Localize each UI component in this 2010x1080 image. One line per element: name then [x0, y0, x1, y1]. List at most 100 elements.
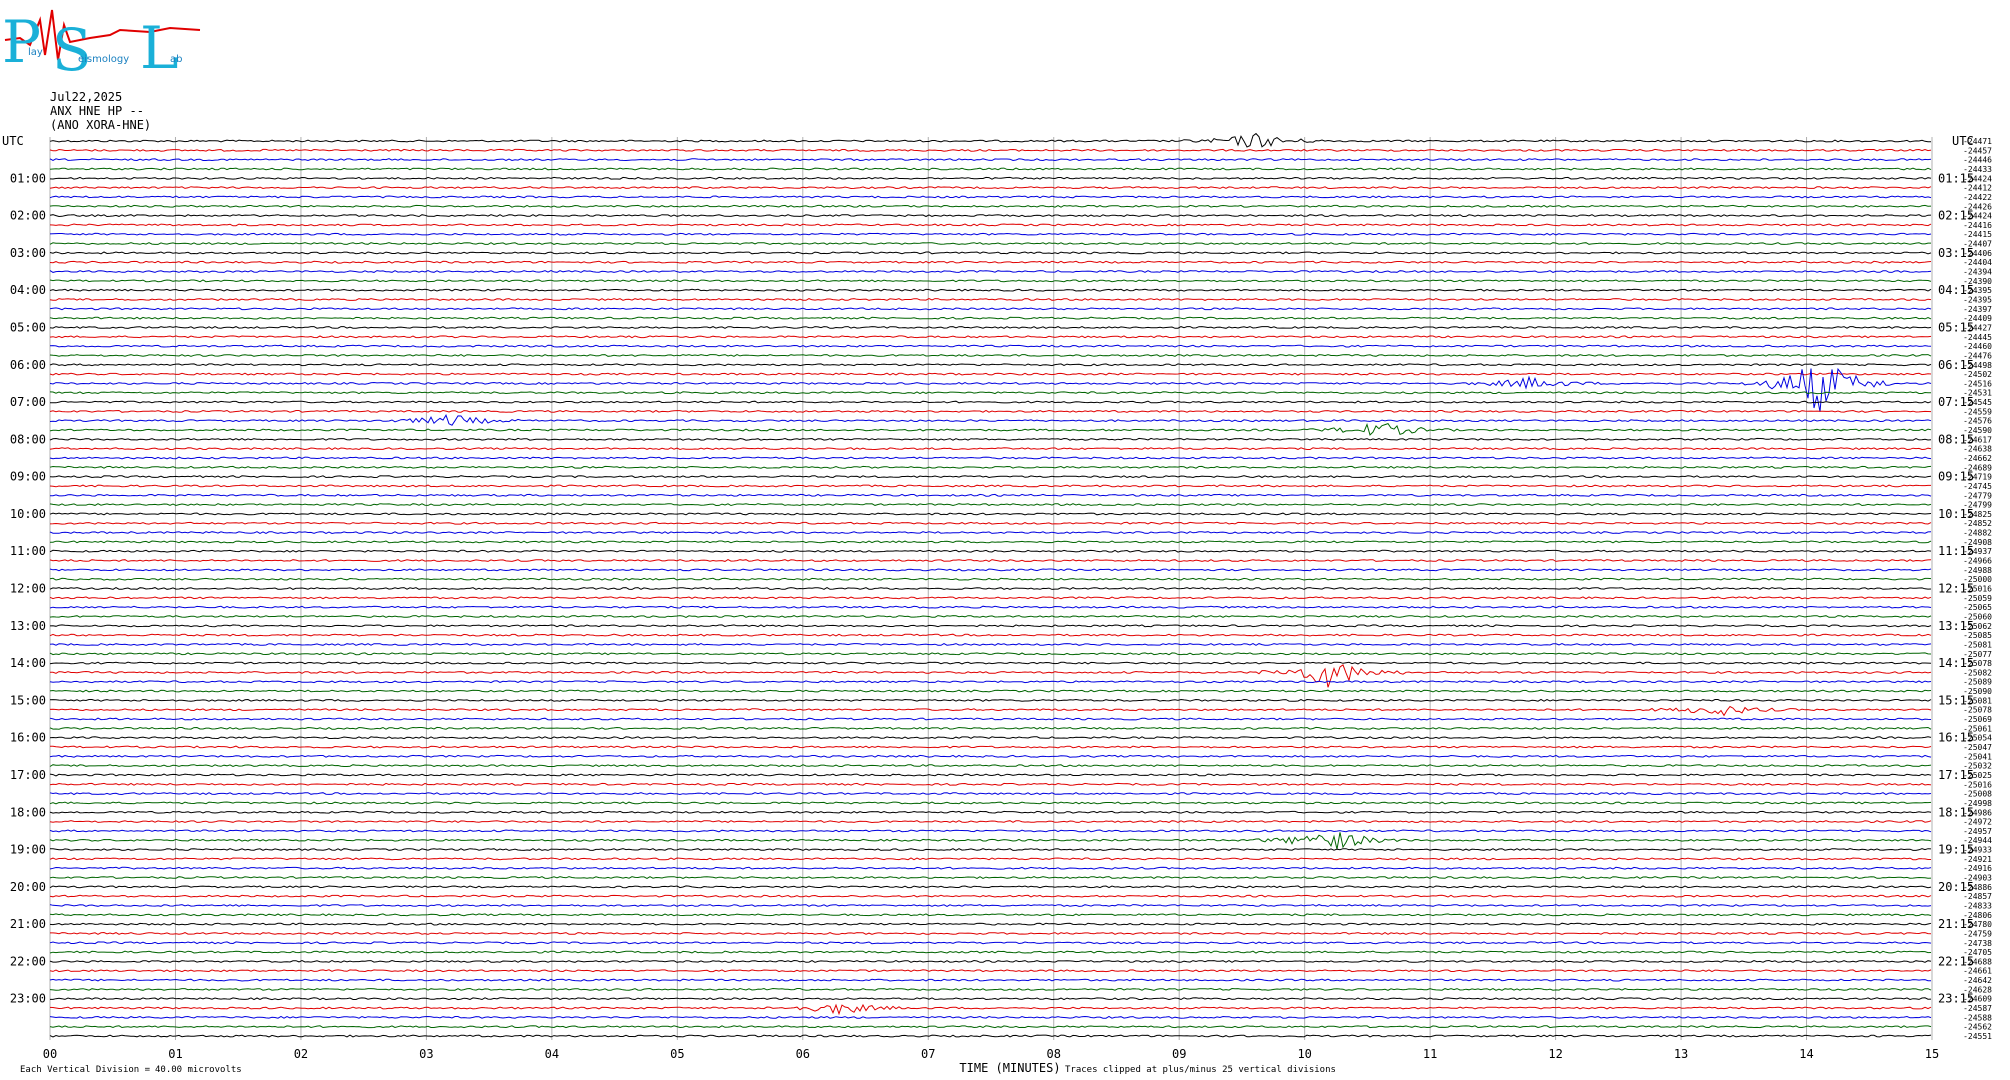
trace-row-48: [49, 587, 1932, 590]
trace-row-30: [49, 414, 1932, 426]
hour-label-right: 21:15: [1938, 917, 1974, 931]
x-tick-label: 12: [1548, 1047, 1562, 1061]
trace-row-6: [49, 195, 1932, 199]
trace-row-46: [49, 568, 1932, 572]
trace-row-69: [49, 782, 1932, 786]
footer-clip-note: Traces clipped at plus/minus 25 vertical…: [1065, 1065, 1336, 1075]
trace-row-27: [49, 391, 1931, 395]
hour-label-right: 06:15: [1938, 358, 1974, 372]
x-tick-label: 14: [1799, 1047, 1813, 1061]
offset-label: -24662: [1963, 454, 1992, 463]
trace-row-25: [49, 372, 1932, 376]
hour-label-right: 19:15: [1938, 843, 1974, 857]
hour-label-right: 03:15: [1938, 246, 1974, 260]
hour-label-left: 07:00: [10, 395, 46, 409]
x-tick-label: 03: [419, 1047, 433, 1061]
hour-label-right: 20:15: [1938, 880, 1974, 894]
trace-row-58: [49, 680, 1932, 684]
offset-label: -24882: [1963, 529, 1992, 538]
trace-row-41: [49, 521, 1932, 525]
trace-row-40: [49, 512, 1932, 516]
trace-row-52: [49, 624, 1932, 628]
hour-label-right: 15:15: [1938, 693, 1974, 707]
x-tick-label: 10: [1297, 1047, 1311, 1061]
trace-row-32: [49, 437, 1932, 441]
hour-label-left: 15:00: [10, 693, 46, 707]
hour-label-right: 17:15: [1938, 768, 1974, 782]
trace-row-75: [49, 832, 1932, 850]
offset-label: -25089: [1963, 678, 1992, 687]
hour-label-left: 16:00: [10, 731, 46, 745]
hour-label-right: 23:15: [1938, 992, 1974, 1006]
trace-row-47: [49, 577, 1932, 581]
trace-row-19: [49, 316, 1932, 320]
trace-row-21: [49, 335, 1932, 339]
trace-row-70: [49, 792, 1932, 796]
trace-row-11: [49, 242, 1931, 246]
trace-row-79: [49, 876, 1932, 879]
trace-row-78: [49, 866, 1932, 870]
trace-row-9: [49, 223, 1932, 227]
trace-row-4: [49, 176, 1932, 180]
trace-row-76: [49, 848, 1932, 851]
trace-row-33: [49, 447, 1932, 451]
offset-label: -25041: [1963, 752, 1992, 761]
trace-row-36: [49, 475, 1932, 479]
trace-row-42: [49, 531, 1932, 535]
hour-label-left: 18:00: [10, 805, 46, 819]
hour-label-right: 02:15: [1938, 209, 1974, 223]
trace-row-72: [49, 810, 1932, 814]
offset-label: -24576: [1963, 417, 1992, 426]
trace-row-38: [49, 493, 1932, 497]
offset-label: -24916: [1963, 864, 1992, 873]
trace-row-91: [49, 987, 1932, 991]
trace-row-28: [50, 400, 1932, 404]
offset-label: -25008: [1963, 790, 1992, 799]
trace-row-56: [49, 661, 1932, 665]
trace-row-95: [49, 1025, 1932, 1029]
hour-label-left: 08:00: [10, 432, 46, 446]
trace-row-55: [49, 652, 1932, 656]
hour-label-left: 23:00: [10, 992, 46, 1006]
offset-label: -24738: [1963, 939, 1992, 948]
trace-row-2: [49, 158, 1932, 162]
hour-label-left: 19:00: [10, 843, 46, 857]
hour-label-right: 04:15: [1938, 283, 1974, 297]
hour-label-left: 12:00: [10, 582, 46, 596]
offset-label: -24642: [1963, 976, 1992, 985]
trace-row-29: [49, 409, 1932, 413]
trace-row-5: [49, 186, 1932, 190]
hour-label-right: 07:15: [1938, 395, 1974, 409]
trace-row-57: [50, 664, 1932, 688]
footer-scale-value: 40.00 microvolts: [155, 1065, 242, 1075]
offset-label: -24833: [1963, 901, 1992, 910]
hour-label-left: 10:00: [10, 507, 46, 521]
offset-label: -24779: [1963, 491, 1992, 500]
trace-row-39: [49, 503, 1932, 507]
hour-label-left: 11:00: [10, 544, 46, 558]
trace-row-43: [49, 540, 1932, 544]
trace-row-35: [49, 465, 1932, 469]
trace-row-22: [49, 344, 1932, 348]
offset-label: -24422: [1963, 193, 1992, 202]
trace-row-61: [49, 705, 1932, 717]
hour-label-left: 01:00: [10, 171, 46, 185]
offset-label: -24562: [1963, 1023, 1992, 1032]
hour-label-left: 13:00: [10, 619, 46, 633]
x-axis-title: TIME (MINUTES): [959, 1061, 1060, 1075]
hour-label-left: 20:00: [10, 880, 46, 894]
x-tick-label: 11: [1423, 1047, 1437, 1061]
offset-label: -24394: [1963, 268, 1992, 277]
helicorder-plot: -24471-24457-24446-24433-24424-24412-244…: [2, 132, 1992, 1075]
x-tick-label: 09: [1172, 1047, 1186, 1061]
hour-label-right: 14:15: [1938, 656, 1974, 670]
offset-label: -24446: [1963, 156, 1992, 165]
trace-row-18: [49, 307, 1932, 311]
x-tick-label: 05: [670, 1047, 684, 1061]
trace-row-12: [49, 251, 1932, 255]
hour-label-right: 12:15: [1938, 582, 1974, 596]
x-tick-label: 02: [294, 1047, 308, 1061]
trace-row-84: [49, 922, 1932, 926]
trace-row-92: [50, 997, 1932, 1001]
hour-label-left: 03:00: [10, 246, 46, 260]
